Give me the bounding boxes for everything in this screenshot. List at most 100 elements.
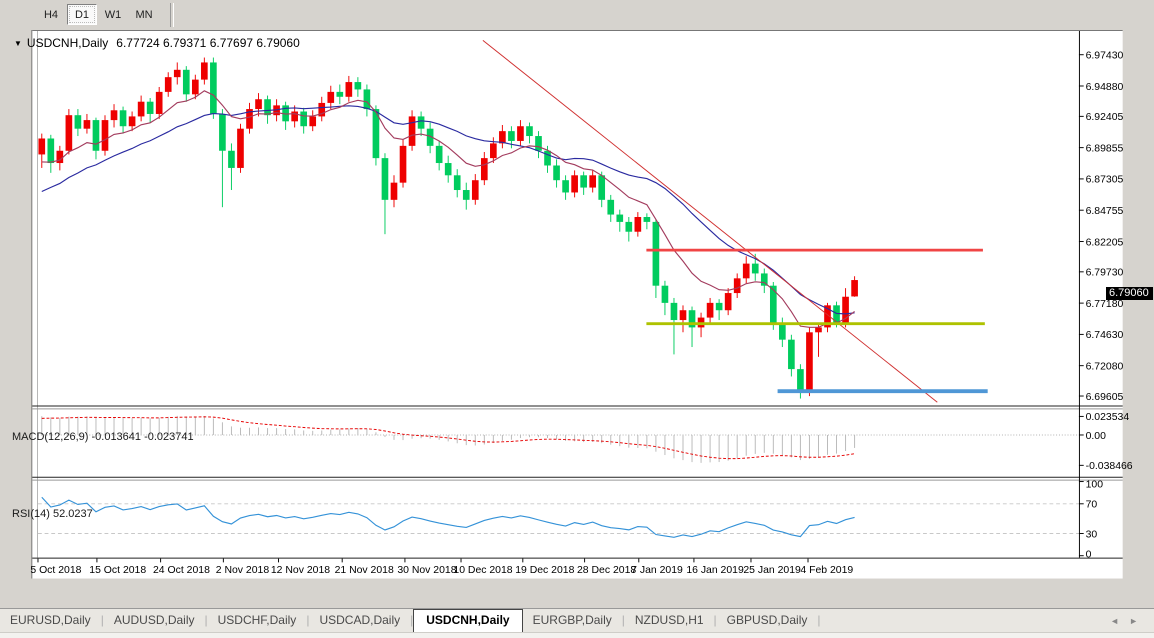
- candle: [472, 180, 479, 200]
- timeframe-button-h4[interactable]: H4: [36, 4, 66, 25]
- price-axis-label: 6.74630: [1086, 330, 1124, 341]
- candle: [38, 138, 45, 154]
- date-axis-label: 25 Jan 2019: [743, 565, 801, 576]
- candle: [228, 151, 235, 168]
- timeframe-button-mn[interactable]: MN: [129, 4, 159, 25]
- date-axis-label: 19 Dec 2018: [515, 565, 574, 576]
- price-axis-label: 6.84755: [1086, 206, 1124, 217]
- candle: [147, 102, 154, 114]
- candle: [84, 120, 91, 129]
- candle: [716, 303, 723, 310]
- candle: [47, 138, 54, 163]
- date-axis-label: 10 Dec 2018: [453, 565, 512, 576]
- rsi-axis-label: 70: [1086, 500, 1098, 511]
- candle: [346, 82, 353, 97]
- candle: [93, 120, 100, 151]
- candle: [237, 129, 244, 168]
- candle: [264, 99, 271, 115]
- candle: [156, 92, 163, 114]
- candle: [400, 146, 407, 183]
- price-axis-label: 6.77180: [1086, 299, 1124, 310]
- candle: [644, 217, 651, 222]
- candle: [607, 200, 614, 215]
- candle: [445, 163, 452, 175]
- tab-usdchf-daily[interactable]: USDCHF,Daily: [208, 610, 307, 631]
- candle: [680, 310, 687, 320]
- candle: [788, 340, 795, 369]
- rsi-axis-label: 30: [1086, 529, 1098, 540]
- candle: [291, 112, 298, 122]
- candle: [797, 369, 804, 391]
- candle: [111, 110, 118, 120]
- candle: [490, 143, 497, 158]
- date-axis-label: 12 Nov 2018: [271, 565, 330, 576]
- date-axis-label: 21 Nov 2018: [335, 565, 394, 576]
- candle: [436, 146, 443, 163]
- chart-window-background: [32, 30, 1122, 579]
- date-axis-label: 4 Feb 2019: [800, 565, 853, 576]
- date-axis-label: 15 Oct 2018: [89, 565, 146, 576]
- candle: [210, 62, 217, 114]
- candle: [174, 70, 181, 77]
- chart-tab-bar: EURUSD,Daily | AUDUSD,Daily | USDCHF,Dai…: [0, 608, 1154, 638]
- chart-canvas[interactable]: 6.974306.948806.924056.898556.873056.847…: [0, 30, 1154, 608]
- candle: [815, 327, 822, 332]
- tab-nzdusd-h1[interactable]: NZDUSD,H1: [625, 610, 714, 631]
- candle: [120, 110, 127, 126]
- tab-separator: |: [817, 610, 820, 631]
- date-axis-label: 5 Oct 2018: [30, 565, 81, 576]
- macd-axis-label: 0.023534: [1086, 412, 1130, 423]
- date-axis-label: 16 Jan 2019: [686, 565, 744, 576]
- candle: [336, 92, 343, 97]
- price-axis-label: 6.82205: [1086, 237, 1124, 248]
- candle: [625, 222, 632, 232]
- tab-audusd-daily[interactable]: AUDUSD,Daily: [104, 610, 205, 631]
- tab-scroll-right-icon[interactable]: ►: [1129, 616, 1148, 626]
- candle: [562, 180, 569, 192]
- candle: [129, 116, 136, 126]
- candle: [481, 158, 488, 180]
- tab-scroll-left-icon[interactable]: ◄: [1110, 616, 1129, 626]
- timeframe-toolbar: H4D1W1MN: [0, 0, 1154, 31]
- candle: [192, 80, 199, 95]
- macd-axis-label: -0.038466: [1086, 461, 1133, 472]
- tab-eurgbp-daily[interactable]: EURGBP,Daily: [523, 610, 622, 631]
- candle: [300, 112, 307, 127]
- tab-usdcnh-daily[interactable]: USDCNH,Daily: [413, 609, 522, 632]
- macd-axis-label: 0.00: [1086, 431, 1107, 442]
- candle: [662, 286, 669, 303]
- price-axis-label: 6.97430: [1086, 51, 1124, 62]
- candle: [770, 286, 777, 323]
- price-axis-label: 6.89855: [1086, 143, 1124, 154]
- price-axis-label: 6.72080: [1086, 361, 1124, 372]
- candle: [391, 183, 398, 200]
- tab-eurusd-daily[interactable]: EURUSD,Daily: [0, 610, 101, 631]
- candle: [544, 151, 551, 166]
- candle: [526, 126, 533, 136]
- date-axis-label: 2 Nov 2018: [216, 565, 270, 576]
- candle: [653, 222, 660, 286]
- candle: [616, 215, 623, 222]
- candle: [707, 303, 714, 318]
- price-axis-label: 6.87305: [1086, 175, 1124, 186]
- candle: [165, 77, 172, 92]
- candle: [66, 115, 73, 151]
- candle: [535, 136, 542, 151]
- price-axis-label: 6.79730: [1086, 268, 1124, 279]
- candle: [752, 264, 759, 274]
- date-axis-label: 7 Jan 2019: [631, 565, 683, 576]
- candle: [364, 89, 371, 109]
- timeframe-button-w1[interactable]: W1: [98, 4, 128, 25]
- tab-usdcad-daily[interactable]: USDCAD,Daily: [309, 610, 410, 631]
- candle: [418, 116, 425, 128]
- timeframe-button-d1[interactable]: D1: [67, 4, 97, 25]
- toolbar-separator: [170, 3, 174, 27]
- candle: [255, 99, 262, 109]
- candle: [725, 293, 732, 310]
- date-axis-label: 30 Nov 2018: [397, 565, 456, 576]
- candle: [309, 116, 316, 126]
- candle: [499, 131, 506, 143]
- tab-gbpusd-daily[interactable]: GBPUSD,Daily: [717, 610, 818, 631]
- candle: [598, 175, 605, 200]
- candle: [382, 158, 389, 200]
